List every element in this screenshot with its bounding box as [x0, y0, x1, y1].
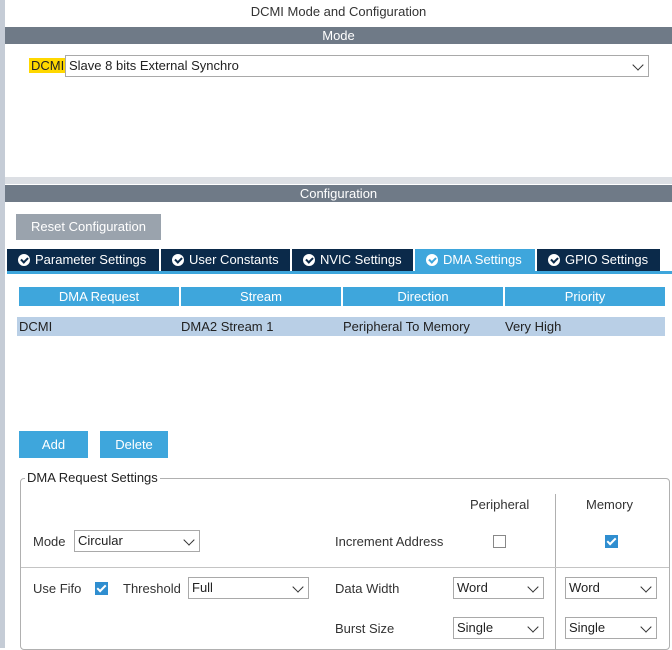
burst-size-memory-value: Single	[569, 620, 606, 635]
memory-header: Memory	[586, 497, 633, 512]
data-width-peripheral-value: Word	[457, 580, 488, 595]
column-header-direction[interactable]: Direction	[343, 287, 503, 306]
dcmi-mode-value: Slave 8 bits External Synchro	[69, 58, 239, 73]
burst-size-memory-select[interactable]: Single	[565, 617, 657, 639]
chevron-down-icon	[527, 581, 539, 593]
data-width-peripheral-select[interactable]: Word	[453, 577, 544, 599]
chevron-down-icon	[640, 621, 652, 633]
threshold-select[interactable]: Full	[188, 577, 309, 599]
table-cell-priority[interactable]: Very High	[503, 317, 665, 336]
column-header-dma-request[interactable]: DMA Request	[19, 287, 179, 306]
tab-dma-settings[interactable]: DMA Settings	[415, 249, 535, 271]
tab-label: User Constants	[189, 252, 279, 267]
check-circle-icon	[172, 254, 184, 266]
burst-size-peripheral-select[interactable]: Single	[453, 617, 544, 639]
delete-button[interactable]: Delete	[100, 431, 168, 458]
mode-label: Mode	[33, 534, 66, 549]
add-button[interactable]: Add	[19, 431, 88, 458]
tab-label: GPIO Settings	[565, 252, 649, 267]
peripheral-header: Peripheral	[470, 497, 530, 512]
tab-gpio-settings[interactable]: GPIO Settings	[537, 249, 660, 271]
dma-request-settings-legend: DMA Request Settings	[25, 470, 160, 485]
threshold-label: Threshold	[123, 581, 181, 596]
dcmi-label-text: DCMI	[29, 58, 67, 73]
reset-configuration-button[interactable]: Reset Configuration	[16, 214, 161, 240]
window-title: DCMI Mode and Configuration	[5, 0, 672, 26]
tab-underline	[7, 271, 672, 274]
threshold-select-value: Full	[192, 580, 213, 595]
burst-size-label: Burst Size	[335, 621, 395, 636]
tab-label: NVIC Settings	[320, 252, 402, 267]
row-divider	[21, 567, 669, 568]
dcmi-label: DCMI	[29, 57, 67, 75]
increment-address-label: Increment Address	[335, 534, 444, 549]
chevron-down-icon	[632, 59, 644, 71]
chevron-down-icon	[183, 534, 195, 546]
use-fifo-checkbox[interactable]	[95, 582, 108, 595]
column-header-stream[interactable]: Stream	[181, 287, 341, 306]
tab-parameter-settings[interactable]: Parameter Settings	[7, 249, 159, 271]
increment-memory-checkbox[interactable]	[605, 535, 618, 548]
configuration-header: Configuration	[5, 185, 672, 202]
tab-user-constants[interactable]: User Constants	[161, 249, 290, 271]
use-fifo-label: Use Fifo	[33, 581, 82, 596]
mode-select[interactable]: Circular	[74, 530, 200, 552]
column-header-priority[interactable]: Priority	[505, 287, 665, 306]
chevron-down-icon	[292, 581, 304, 593]
tab-label: DMA Settings	[443, 252, 522, 267]
data-width-label: Data Width	[335, 581, 400, 596]
tab-label: Parameter Settings	[35, 252, 147, 267]
dcmi-mode-select[interactable]: Slave 8 bits External Synchro	[65, 55, 649, 77]
column-divider	[555, 494, 556, 650]
section-divider	[5, 177, 672, 184]
burst-size-peripheral-value: Single	[457, 620, 494, 635]
data-width-memory-value: Word	[569, 580, 600, 595]
mode-header: Mode	[5, 27, 672, 44]
table-cell-direction[interactable]: Peripheral To Memory	[341, 317, 503, 336]
chevron-down-icon	[527, 621, 539, 633]
table-cell-dma-request[interactable]: DCMI	[17, 317, 179, 336]
mode-select-value: Circular	[78, 533, 123, 548]
chevron-down-icon	[640, 581, 652, 593]
check-circle-icon	[426, 254, 438, 266]
data-width-memory-select[interactable]: Word	[565, 577, 657, 599]
table-cell-stream[interactable]: DMA2 Stream 1	[179, 317, 341, 336]
increment-peripheral-checkbox[interactable]	[493, 535, 506, 548]
check-circle-icon	[18, 254, 30, 266]
tab-nvic-settings[interactable]: NVIC Settings	[292, 249, 413, 271]
check-circle-icon	[548, 254, 560, 266]
check-circle-icon	[303, 254, 315, 266]
